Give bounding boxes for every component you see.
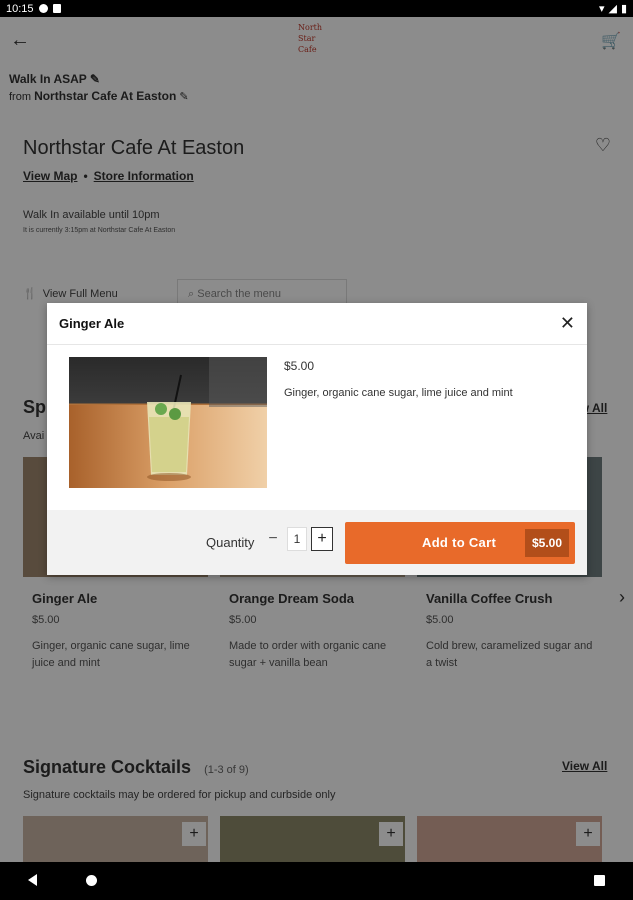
status-bar: 10:15 ▾ ◢ ▮	[0, 0, 633, 17]
nav-back-icon[interactable]	[28, 874, 37, 886]
nav-recents-icon[interactable]	[594, 875, 605, 886]
close-icon[interactable]: ✕	[560, 313, 575, 334]
add-to-cart-label: Add to Cart	[422, 535, 497, 550]
product-modal: Ginger Ale ✕ $5.00 Ginger, organic cane …	[47, 303, 587, 575]
wifi-icon: ▾	[598, 3, 605, 15]
battery-icon: ▮	[620, 3, 627, 15]
status-time: 10:15	[6, 2, 34, 15]
sim-icon	[52, 4, 61, 13]
product-image	[69, 357, 267, 488]
modal-header: Ginger Ale ✕	[47, 303, 587, 345]
quantity-increment-button[interactable]: +	[311, 527, 333, 551]
modal-title: Ginger Ale	[59, 316, 125, 331]
nav-home-icon[interactable]	[86, 875, 97, 886]
notification-icon	[38, 4, 48, 13]
product-price: $5.00	[284, 359, 315, 373]
modal-body: $5.00 Ginger, organic cane sugar, lime j…	[47, 345, 587, 510]
add-to-cart-price: $5.00	[525, 529, 569, 557]
system-nav-bar	[0, 862, 633, 900]
add-to-cart-button[interactable]: Add to Cart $5.00	[345, 522, 575, 564]
modal-footer: Quantity − 1 + Add to Cart $5.00	[47, 510, 587, 575]
signal-icon: ◢	[608, 3, 617, 15]
quantity-value[interactable]: 1	[287, 527, 307, 551]
quantity-decrement-button[interactable]: −	[263, 527, 283, 551]
product-description: Ginger, organic cane sugar, lime juice a…	[284, 387, 513, 399]
quantity-label: Quantity	[206, 535, 255, 550]
